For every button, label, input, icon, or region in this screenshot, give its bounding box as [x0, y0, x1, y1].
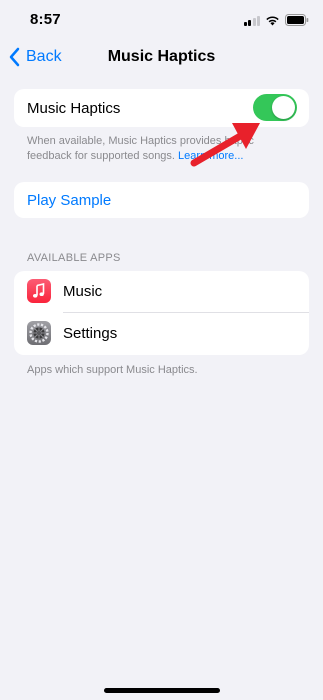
- music-icon: [27, 279, 51, 303]
- page-title: Music Haptics: [107, 48, 216, 65]
- settings-gear-icon: [27, 321, 51, 345]
- app-label-music: Music: [63, 283, 103, 300]
- play-sample-row: Play Sample: [14, 182, 309, 218]
- apps-footnote: Apps which support Music Haptics.: [27, 364, 198, 376]
- toggle-knob: [272, 96, 295, 119]
- music-haptics-toggle[interactable]: [253, 94, 297, 121]
- play-sample-button[interactable]: Play Sample: [27, 192, 111, 209]
- wifi-icon: [266, 15, 279, 25]
- cellular-signal-icon: [243, 15, 260, 26]
- music-haptics-row: Music Haptics: [14, 89, 309, 127]
- app-label-settings: Settings: [63, 325, 118, 342]
- music-haptics-label: Music Haptics: [27, 100, 121, 117]
- learn-more-link[interactable]: Learn more...: [178, 150, 243, 162]
- battery-icon: [285, 14, 309, 26]
- app-row-music[interactable]: Music: [14, 271, 309, 313]
- status-bar: 8:57: [0, 0, 323, 44]
- status-time: 8:57: [30, 11, 61, 28]
- screen: 8:57 Back Music Haptics Music Haptics Wh…: [0, 0, 323, 700]
- app-row-settings[interactable]: Settings: [14, 313, 309, 355]
- music-haptics-footnote: When available, Music Haptics provides h…: [27, 134, 297, 164]
- status-icons: [243, 14, 310, 26]
- available-apps-list: Music Settings: [14, 271, 309, 355]
- home-indicator[interactable]: [104, 688, 220, 693]
- available-apps-header: AVAILABLE APPS: [27, 252, 121, 264]
